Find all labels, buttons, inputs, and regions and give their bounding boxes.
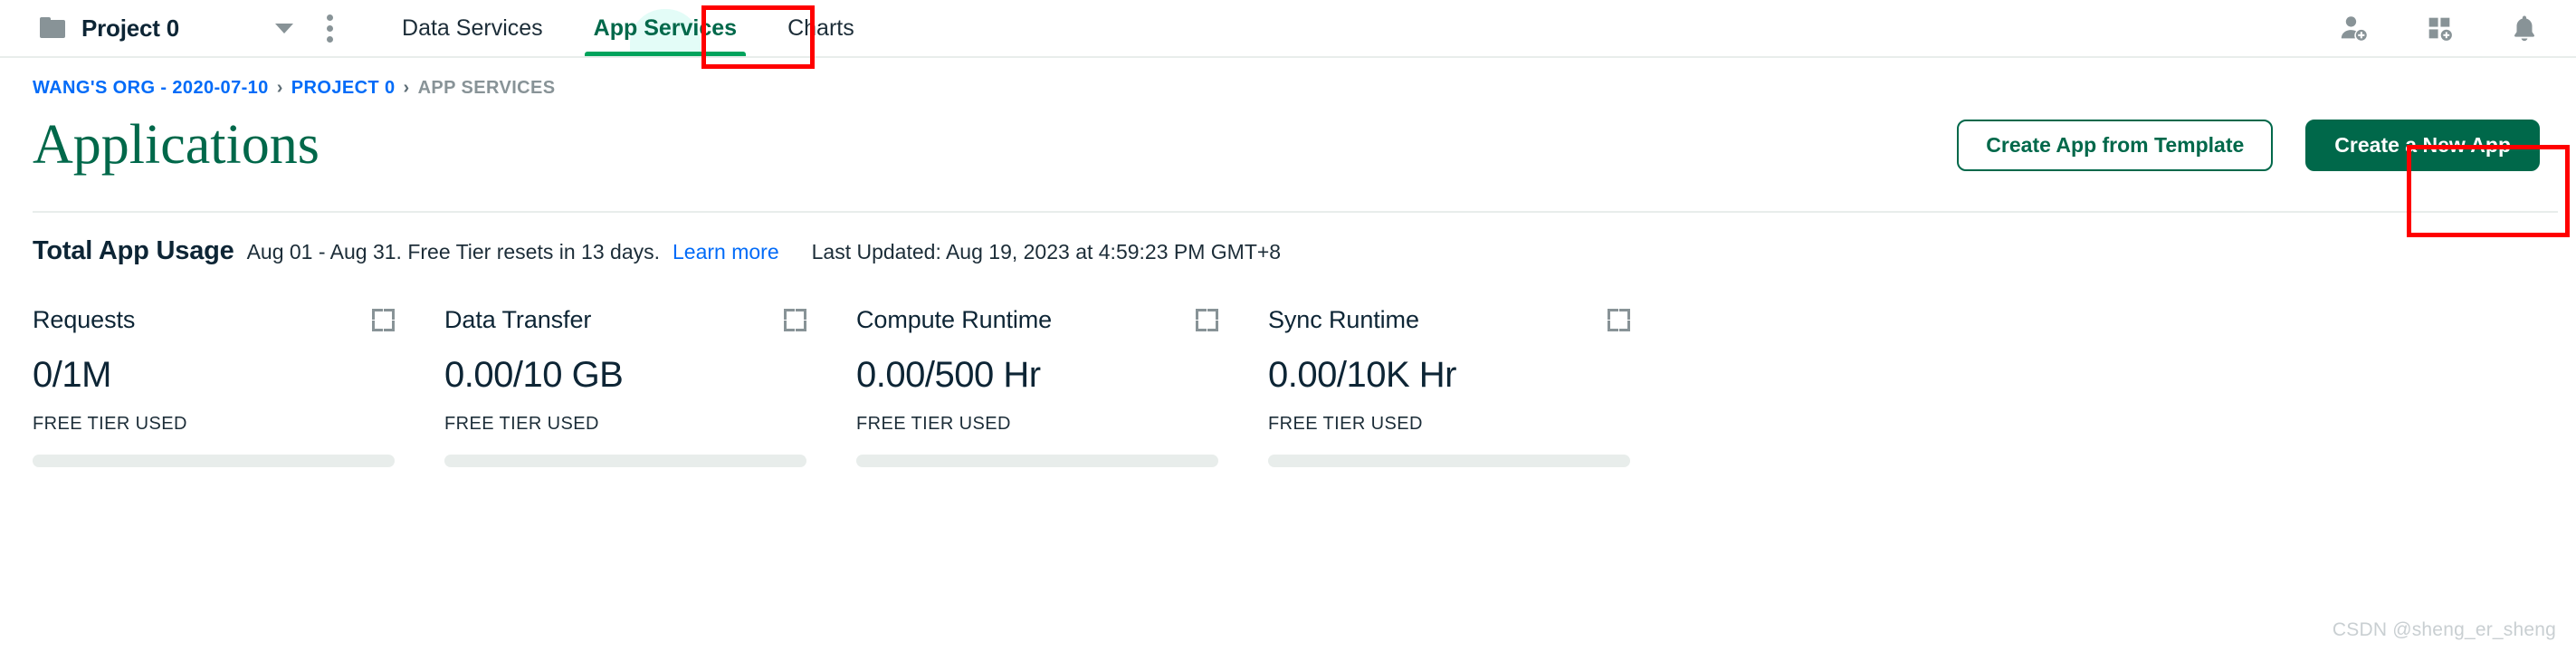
metric-progress-bar xyxy=(856,455,1218,467)
nav-actions xyxy=(2339,0,2540,56)
access-manager-icon[interactable] xyxy=(2424,13,2455,43)
metric-value: 0/1M xyxy=(33,355,111,395)
learn-more-link[interactable]: Learn more xyxy=(673,240,779,264)
create-app-from-template-button[interactable]: Create App from Template xyxy=(1957,119,2274,171)
project-selector[interactable]: Project 0 xyxy=(40,14,294,43)
breadcrumb-item-org[interactable]: WANG'S ORG - 2020-07-10 xyxy=(33,78,269,99)
tab-charts[interactable]: Charts xyxy=(762,0,880,56)
usage-period: Aug 01 - Aug 31. Free Tier resets in 13 … xyxy=(246,240,660,263)
expand-icon[interactable] xyxy=(1196,309,1218,331)
last-updated-text: Last Updated: Aug 19, 2023 at 4:59:23 PM… xyxy=(811,240,1282,263)
metric-card-requests: Requests 0/1M FREE TIER USED xyxy=(33,306,444,467)
metric-tier-label: FREE TIER USED xyxy=(33,414,187,434)
project-name: Project 0 xyxy=(81,14,180,42)
primary-tabs: Data Services App Services Charts xyxy=(377,0,880,56)
metric-tier-label: FREE TIER USED xyxy=(856,414,1011,434)
breadcrumb-separator: › xyxy=(276,78,283,98)
breadcrumb-item-project[interactable]: PROJECT 0 xyxy=(291,78,396,99)
invite-user-icon[interactable] xyxy=(2339,13,2370,43)
metric-name: Compute Runtime xyxy=(856,306,1053,333)
expand-icon[interactable] xyxy=(372,309,395,331)
bell-icon[interactable] xyxy=(2509,13,2540,43)
metric-progress-bar xyxy=(1268,455,1630,467)
metric-progress-bar xyxy=(444,455,806,467)
metric-value: 0.00/10 GB xyxy=(444,355,624,395)
metric-name: Data Transfer xyxy=(444,306,592,333)
metric-card-compute-runtime: Compute Runtime 0.00/500 Hr FREE TIER US… xyxy=(856,306,1268,467)
tab-data-services[interactable]: Data Services xyxy=(377,0,568,56)
metric-value: 0.00/500 Hr xyxy=(856,355,1041,395)
usage-metrics-row: Requests 0/1M FREE TIER USED Data Transf… xyxy=(0,306,2576,467)
metric-header: Data Transfer xyxy=(444,306,806,334)
breadcrumb: WANG'S ORG - 2020-07-10 › PROJECT 0 › AP… xyxy=(0,58,2576,99)
top-navigation-bar: Project 0 Data Services App Services Cha… xyxy=(0,0,2576,58)
breadcrumb-item-current: APP SERVICES xyxy=(417,78,556,98)
metric-value: 0.00/10K Hr xyxy=(1268,355,1456,395)
tab-app-services[interactable]: App Services xyxy=(568,0,762,56)
watermark: CSDN @sheng_er_sheng xyxy=(2332,619,2556,640)
metric-name: Sync Runtime xyxy=(1268,306,1419,333)
metric-card-data-transfer: Data Transfer 0.00/10 GB FREE TIER USED xyxy=(444,306,856,467)
expand-icon[interactable] xyxy=(784,309,806,331)
metric-card-sync-runtime: Sync Runtime 0.00/10K Hr FREE TIER USED xyxy=(1268,306,1680,467)
more-vertical-icon[interactable] xyxy=(326,14,333,43)
tab-charts-label: Charts xyxy=(787,14,854,41)
breadcrumb-separator: › xyxy=(403,78,410,98)
page-header-row: Applications Create App from Template Cr… xyxy=(0,99,2576,186)
metric-tier-label: FREE TIER USED xyxy=(444,414,599,434)
metric-progress-bar xyxy=(33,455,395,467)
tab-active-underline xyxy=(584,52,747,56)
metric-header: Requests xyxy=(33,306,395,334)
tab-data-services-label: Data Services xyxy=(402,14,543,41)
chevron-down-icon[interactable] xyxy=(275,23,294,34)
metric-header: Sync Runtime xyxy=(1268,306,1630,334)
expand-icon[interactable] xyxy=(1608,309,1630,331)
metric-tier-label: FREE TIER USED xyxy=(1268,414,1423,434)
total-app-usage-header: Total App Usage Aug 01 - Aug 31. Free Ti… xyxy=(0,213,2576,266)
header-actions: Create App from Template Create a New Ap… xyxy=(1957,119,2540,171)
metric-name: Requests xyxy=(33,306,136,333)
create-a-new-app-button[interactable]: Create a New App xyxy=(2305,119,2540,171)
page-title: Applications xyxy=(33,114,320,176)
metric-header: Compute Runtime xyxy=(856,306,1218,334)
tab-app-services-label: App Services xyxy=(593,14,738,41)
folder-icon xyxy=(40,17,67,39)
total-app-usage-title: Total App Usage xyxy=(33,236,234,265)
